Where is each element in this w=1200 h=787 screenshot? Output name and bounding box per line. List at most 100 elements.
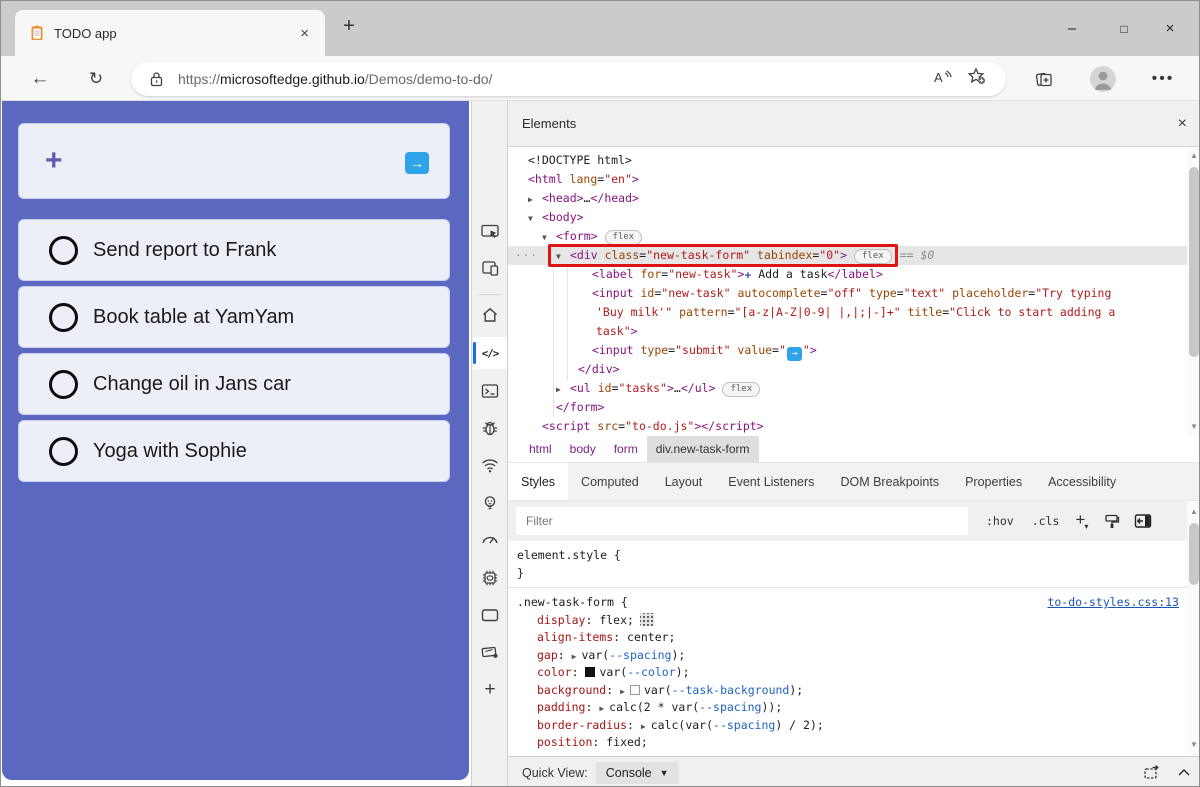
network-icon[interactable]: [473, 449, 507, 481]
task-label: Change oil in Jans car: [93, 373, 291, 396]
flex-badge[interactable]: flex: [605, 230, 643, 245]
css-property-line[interactable]: display: flex;: [508, 612, 1187, 630]
tab-styles[interactable]: Styles: [508, 463, 568, 500]
css-property-line[interactable]: background: ▶var(--task-background);: [508, 682, 1187, 700]
dom-tree-line[interactable]: </div>: [508, 360, 1187, 379]
dom-tree-line[interactable]: ···▼<div class="new-task-form" tabindex=…: [508, 246, 1187, 265]
computed-sidebar-toggle-icon[interactable]: [1134, 513, 1152, 529]
stylesheet-source-link[interactable]: to-do-styles.css:13: [1047, 594, 1179, 612]
breadcrumb-item[interactable]: html: [520, 436, 561, 463]
dom-tree: <!DOCTYPE html><html lang="en">▶<head>…<…: [508, 147, 1187, 436]
element-classes-toggle[interactable]: .cls: [1032, 514, 1060, 528]
dom-tree-line[interactable]: <label for="new-task">✚ Add a task</labe…: [508, 265, 1187, 284]
breadcrumb-item[interactable]: body: [561, 436, 605, 463]
task-checkbox-circle[interactable]: [49, 437, 78, 466]
css-property-line[interactable]: padding: ▶calc(2 * var(--spacing));: [508, 699, 1187, 717]
reload-button[interactable]: ↻: [81, 64, 111, 94]
address-bar[interactable]: https://microsoftedge.github.io/Demos/de…: [131, 62, 1006, 96]
issues-bug-icon[interactable]: [473, 412, 507, 444]
add-task-plus-icon: +: [45, 144, 63, 178]
task-item[interactable]: Yoga with Sophie: [18, 420, 450, 482]
css-property-line[interactable]: position: fixed;: [508, 734, 1187, 752]
tab-properties[interactable]: Properties: [952, 463, 1035, 500]
css-rule-line[interactable]: element.style {: [508, 547, 1187, 565]
dom-tree-line[interactable]: <input id="new-task" autocomplete="off" …: [508, 284, 1187, 303]
styles-filter-row: :hov .cls +▾: [508, 501, 1187, 541]
tab-close-icon[interactable]: ×: [294, 25, 315, 42]
css-property-line[interactable]: border-radius: ▶calc(var(--spacing) / 2)…: [508, 717, 1187, 735]
breadcrumb: htmlbodyformdiv.new-task-form: [508, 436, 1200, 463]
breadcrumb-item[interactable]: form: [605, 436, 647, 463]
dom-tree-line[interactable]: <html lang="en">: [508, 170, 1187, 189]
elements-code-icon[interactable]: </>: [473, 337, 507, 369]
dom-tree-scrollbar[interactable]: ▲ ▼: [1187, 147, 1200, 436]
device-emulation-icon[interactable]: [473, 252, 507, 284]
back-button[interactable]: ←: [25, 64, 55, 94]
rendering-brush-icon[interactable]: [1103, 513, 1120, 530]
tab-event-listeners[interactable]: Event Listeners: [715, 463, 827, 500]
favorites-star-icon[interactable]: [960, 67, 994, 91]
quick-view-dropdown[interactable]: Console ▼: [596, 762, 679, 784]
tab-layout[interactable]: Layout: [652, 463, 716, 500]
browser-tab[interactable]: TODO app ×: [15, 10, 325, 56]
devtools-close-icon[interactable]: ×: [1178, 115, 1187, 133]
task-checkbox-circle[interactable]: [49, 236, 78, 265]
dom-tree-line[interactable]: task">: [508, 322, 1187, 341]
dom-tree-line[interactable]: ▼<body>: [508, 208, 1187, 227]
task-item[interactable]: Send report to Frank: [18, 219, 450, 281]
flex-badge[interactable]: flex: [854, 249, 892, 264]
dom-tree-line[interactable]: <input type="submit" value="→">: [508, 341, 1187, 360]
flex-badge[interactable]: flex: [722, 382, 760, 397]
chevron-up-icon[interactable]: [1177, 766, 1191, 780]
task-checkbox-circle[interactable]: [49, 370, 78, 399]
styles-tab-bar: StylesComputedLayoutEvent ListenersDOM B…: [508, 463, 1200, 501]
css-property-line[interactable]: color: var(--color);: [508, 664, 1187, 682]
console-icon[interactable]: [473, 375, 507, 407]
devtools-activity-bar: </>: [471, 101, 507, 787]
minimize-button[interactable]: –: [1049, 1, 1095, 56]
css-property-line[interactable]: align-items: center;: [508, 629, 1187, 647]
dom-tree-line[interactable]: 'Buy milk'" pattern="[a-z|A-Z|0-9| |,|;|…: [508, 303, 1187, 322]
new-task-form[interactable]: + →: [18, 123, 450, 199]
dom-tree-line[interactable]: </form>: [508, 398, 1187, 417]
css-rule-line[interactable]: }: [508, 565, 1187, 583]
dom-tree-line[interactable]: ▶<head>…</head>: [508, 189, 1187, 208]
application-window-icon[interactable]: [473, 599, 507, 631]
lighthouse-bulb-icon[interactable]: [473, 487, 507, 519]
collections-icon[interactable]: [1028, 64, 1060, 94]
pseudo-state-toggle[interactable]: :hov: [986, 514, 1014, 528]
welcome-home-icon[interactable]: [473, 299, 507, 331]
more-menu-icon[interactable]: •••: [1147, 64, 1179, 94]
css-property-line[interactable]: gap: ▶var(--spacing);: [508, 647, 1187, 665]
dom-tree-line[interactable]: ▶<ul id="tasks">…</ul>flex: [508, 379, 1187, 398]
maximize-button[interactable]: □: [1101, 1, 1147, 56]
dom-tree-line[interactable]: <!DOCTYPE html>: [508, 151, 1187, 170]
close-window-button[interactable]: ×: [1147, 1, 1193, 56]
performance-gauge-icon[interactable]: [473, 524, 507, 556]
profile-avatar[interactable]: [1087, 64, 1119, 94]
title-bar: TODO app × + – □ ×: [1, 1, 1199, 56]
new-tab-button[interactable]: +: [335, 15, 363, 38]
tab-dom-breakpoints[interactable]: DOM Breakpoints: [827, 463, 952, 500]
breadcrumb-item[interactable]: div.new-task-form: [647, 436, 759, 463]
styles-filter-input[interactable]: [516, 507, 968, 535]
add-task-submit-button[interactable]: →: [405, 152, 429, 174]
devtools-panel-title: Elements: [522, 116, 1178, 131]
browser-toolbar: ← ↻ https://microsoftedge.github.io/Demo…: [1, 56, 1199, 101]
css-rule-selector[interactable]: .new-task-form {to-do-styles.css:13: [508, 594, 1187, 612]
new-style-rule-button[interactable]: +▾: [1075, 510, 1089, 530]
add-tools-plus-icon[interactable]: +: [473, 674, 507, 706]
task-item[interactable]: Book table at YamYam: [18, 286, 450, 348]
read-aloud-icon[interactable]: A: [926, 69, 960, 90]
memory-chip-icon[interactable]: [473, 562, 507, 594]
inspect-icon[interactable]: [473, 216, 507, 248]
tab-computed[interactable]: Computed: [568, 463, 652, 500]
css-overview-icon[interactable]: [473, 636, 507, 668]
task-checkbox-circle[interactable]: [49, 303, 78, 332]
dom-tree-line[interactable]: ▼<form>flex: [508, 227, 1187, 246]
tab-accessibility[interactable]: Accessibility: [1035, 463, 1129, 500]
styles-scrollbar[interactable]: ▲ ▼: [1187, 501, 1200, 756]
dom-tree-line[interactable]: <script src="to-do.js"></script>: [508, 417, 1187, 436]
restore-panel-icon[interactable]: [1143, 764, 1161, 783]
task-item[interactable]: Change oil in Jans car: [18, 353, 450, 415]
